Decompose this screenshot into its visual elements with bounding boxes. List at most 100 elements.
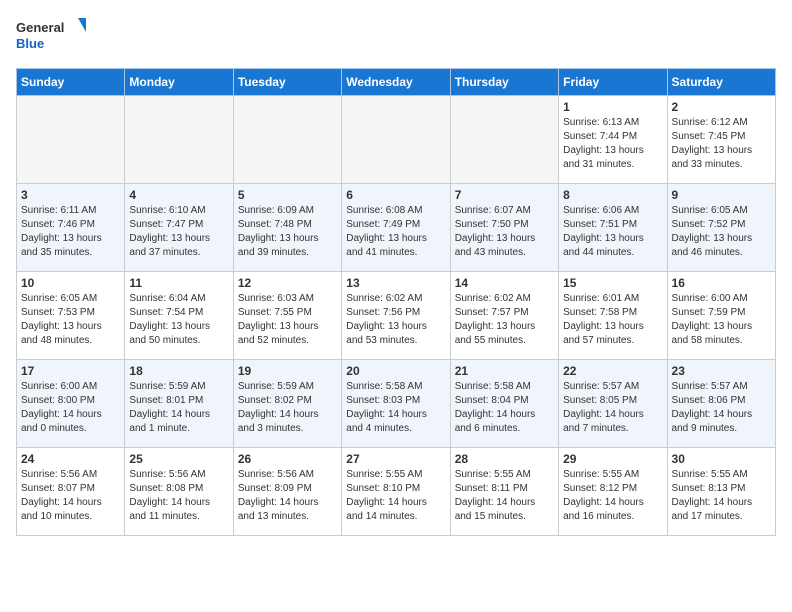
day-info: Sunrise: 5:55 AMSunset: 8:13 PMDaylight:… <box>672 468 771 524</box>
day-number: 21 <box>455 364 554 378</box>
page-header: General Blue <box>16 16 776 56</box>
day-info: Sunrise: 6:05 AMSunset: 7:52 PMDaylight:… <box>672 204 771 260</box>
calendar-cell: 10 Sunrise: 6:05 AMSunset: 7:53 PMDayligh… <box>17 272 125 360</box>
day-info: Sunrise: 5:56 AMSunset: 8:07 PMDaylight:… <box>21 468 120 524</box>
calendar-week-row: 3 Sunrise: 6:11 AMSunset: 7:46 PMDaylight… <box>17 184 776 272</box>
logo: General Blue <box>16 16 86 56</box>
day-number: 5 <box>238 188 337 202</box>
day-number: 22 <box>563 364 662 378</box>
day-info: Sunrise: 6:00 AMSunset: 8:00 PMDaylight:… <box>21 380 120 436</box>
day-info: Sunrise: 6:11 AMSunset: 7:46 PMDaylight:… <box>21 204 120 260</box>
day-number: 4 <box>129 188 228 202</box>
calendar-cell: 4 Sunrise: 6:10 AMSunset: 7:47 PMDaylight… <box>125 184 233 272</box>
day-number: 28 <box>455 452 554 466</box>
day-number: 16 <box>672 276 771 290</box>
calendar-cell: 18Sunrise: 5:59 AMSunset: 8:01 PMDayligh… <box>125 360 233 448</box>
calendar-cell: 3 Sunrise: 6:11 AMSunset: 7:46 PMDaylight… <box>17 184 125 272</box>
day-number: 10 <box>21 276 120 290</box>
day-number: 29 <box>563 452 662 466</box>
calendar-cell: 8 Sunrise: 6:06 AMSunset: 7:51 PMDaylight… <box>559 184 667 272</box>
day-info: Sunrise: 5:55 AMSunset: 8:11 PMDaylight:… <box>455 468 554 524</box>
weekday-header-row: SundayMondayTuesdayWednesdayThursdayFrid… <box>17 69 776 96</box>
calendar-week-row: 10 Sunrise: 6:05 AMSunset: 7:53 PMDayligh… <box>17 272 776 360</box>
calendar-cell: 12 Sunrise: 6:03 AMSunset: 7:55 PMDayligh… <box>233 272 341 360</box>
day-info: Sunrise: 6:01 AMSunset: 7:58 PMDaylight:… <box>563 292 662 348</box>
day-info: Sunrise: 6:00 AMSunset: 7:59 PMDaylight:… <box>672 292 771 348</box>
calendar-week-row: 1Sunrise: 6:13 AMSunset: 7:44 PMDaylight… <box>17 96 776 184</box>
weekday-header-monday: Monday <box>125 69 233 96</box>
calendar-cell <box>233 96 341 184</box>
calendar-cell <box>125 96 233 184</box>
svg-text:Blue: Blue <box>16 36 44 51</box>
day-info: Sunrise: 6:10 AMSunset: 7:47 PMDaylight:… <box>129 204 228 260</box>
weekday-header-friday: Friday <box>559 69 667 96</box>
calendar-cell <box>17 96 125 184</box>
day-number: 11 <box>129 276 228 290</box>
calendar-cell: 27 Sunrise: 5:55 AMSunset: 8:10 PMDayligh… <box>342 448 450 536</box>
calendar-cell: 26 Sunrise: 5:56 AMSunset: 8:09 PMDayligh… <box>233 448 341 536</box>
calendar-cell <box>450 96 558 184</box>
day-info: Sunrise: 5:55 AMSunset: 8:12 PMDaylight:… <box>563 468 662 524</box>
calendar-cell <box>342 96 450 184</box>
calendar-week-row: 24 Sunrise: 5:56 AMSunset: 8:07 PMDayligh… <box>17 448 776 536</box>
weekday-header-sunday: Sunday <box>17 69 125 96</box>
day-info: Sunrise: 5:56 AMSunset: 8:08 PMDaylight:… <box>129 468 228 524</box>
day-number: 12 <box>238 276 337 290</box>
calendar-cell: 6Sunrise: 6:08 AMSunset: 7:49 PMDaylight… <box>342 184 450 272</box>
day-number: 2 <box>672 100 771 114</box>
calendar-cell: 16 Sunrise: 6:00 AMSunset: 7:59 PMDayligh… <box>667 272 775 360</box>
calendar-cell: 15 Sunrise: 6:01 AMSunset: 7:58 PMDayligh… <box>559 272 667 360</box>
day-number: 23 <box>672 364 771 378</box>
calendar-cell: 2Sunrise: 6:12 AMSunset: 7:45 PMDaylight… <box>667 96 775 184</box>
weekday-header-tuesday: Tuesday <box>233 69 341 96</box>
day-info: Sunrise: 5:55 AMSunset: 8:10 PMDaylight:… <box>346 468 445 524</box>
day-number: 9 <box>672 188 771 202</box>
day-number: 15 <box>563 276 662 290</box>
day-number: 18 <box>129 364 228 378</box>
day-number: 19 <box>238 364 337 378</box>
day-info: Sunrise: 6:09 AMSunset: 7:48 PMDaylight:… <box>238 204 337 260</box>
day-info: Sunrise: 5:57 AMSunset: 8:06 PMDaylight:… <box>672 380 771 436</box>
calendar-cell: 29 Sunrise: 5:55 AMSunset: 8:12 PMDayligh… <box>559 448 667 536</box>
day-info: Sunrise: 6:04 AMSunset: 7:54 PMDaylight:… <box>129 292 228 348</box>
calendar-cell: 7Sunrise: 6:07 AMSunset: 7:50 PMDaylight… <box>450 184 558 272</box>
weekday-header-saturday: Saturday <box>667 69 775 96</box>
day-number: 17 <box>21 364 120 378</box>
day-number: 1 <box>563 100 662 114</box>
calendar-cell: 17 Sunrise: 6:00 AMSunset: 8:00 PMDayligh… <box>17 360 125 448</box>
calendar-cell: 9 Sunrise: 6:05 AMSunset: 7:52 PMDaylight… <box>667 184 775 272</box>
day-number: 20 <box>346 364 445 378</box>
day-info: Sunrise: 5:58 AMSunset: 8:04 PMDaylight:… <box>455 380 554 436</box>
calendar-cell: 20 Sunrise: 5:58 AMSunset: 8:03 PMDayligh… <box>342 360 450 448</box>
day-info: Sunrise: 6:03 AMSunset: 7:55 PMDaylight:… <box>238 292 337 348</box>
calendar-cell: 13 Sunrise: 6:02 AMSunset: 7:56 PMDayligh… <box>342 272 450 360</box>
day-info: Sunrise: 5:57 AMSunset: 8:05 PMDaylight:… <box>563 380 662 436</box>
day-number: 8 <box>563 188 662 202</box>
day-number: 14 <box>455 276 554 290</box>
weekday-header-thursday: Thursday <box>450 69 558 96</box>
calendar-cell: 25Sunrise: 5:56 AMSunset: 8:08 PMDayligh… <box>125 448 233 536</box>
calendar-cell: 22 Sunrise: 5:57 AMSunset: 8:05 PMDayligh… <box>559 360 667 448</box>
day-info: Sunrise: 5:58 AMSunset: 8:03 PMDaylight:… <box>346 380 445 436</box>
weekday-header-wednesday: Wednesday <box>342 69 450 96</box>
calendar-cell: 5 Sunrise: 6:09 AMSunset: 7:48 PMDaylight… <box>233 184 341 272</box>
day-number: 3 <box>21 188 120 202</box>
calendar-cell: 23 Sunrise: 5:57 AMSunset: 8:06 PMDayligh… <box>667 360 775 448</box>
day-number: 6 <box>346 188 445 202</box>
calendar-cell: 28 Sunrise: 5:55 AMSunset: 8:11 PMDayligh… <box>450 448 558 536</box>
day-info: Sunrise: 6:02 AMSunset: 7:56 PMDaylight:… <box>346 292 445 348</box>
day-info: Sunrise: 6:05 AMSunset: 7:53 PMDaylight:… <box>21 292 120 348</box>
day-info: Sunrise: 5:56 AMSunset: 8:09 PMDaylight:… <box>238 468 337 524</box>
calendar-cell: 24 Sunrise: 5:56 AMSunset: 8:07 PMDayligh… <box>17 448 125 536</box>
logo-svg: General Blue <box>16 16 86 56</box>
day-number: 13 <box>346 276 445 290</box>
day-info: Sunrise: 6:02 AMSunset: 7:57 PMDaylight:… <box>455 292 554 348</box>
day-number: 7 <box>455 188 554 202</box>
day-number: 26 <box>238 452 337 466</box>
calendar-cell: 30Sunrise: 5:55 AMSunset: 8:13 PMDayligh… <box>667 448 775 536</box>
day-number: 27 <box>346 452 445 466</box>
day-info: Sunrise: 6:06 AMSunset: 7:51 PMDaylight:… <box>563 204 662 260</box>
calendar-week-row: 17 Sunrise: 6:00 AMSunset: 8:00 PMDayligh… <box>17 360 776 448</box>
calendar-cell: 11 Sunrise: 6:04 AMSunset: 7:54 PMDayligh… <box>125 272 233 360</box>
day-number: 24 <box>21 452 120 466</box>
